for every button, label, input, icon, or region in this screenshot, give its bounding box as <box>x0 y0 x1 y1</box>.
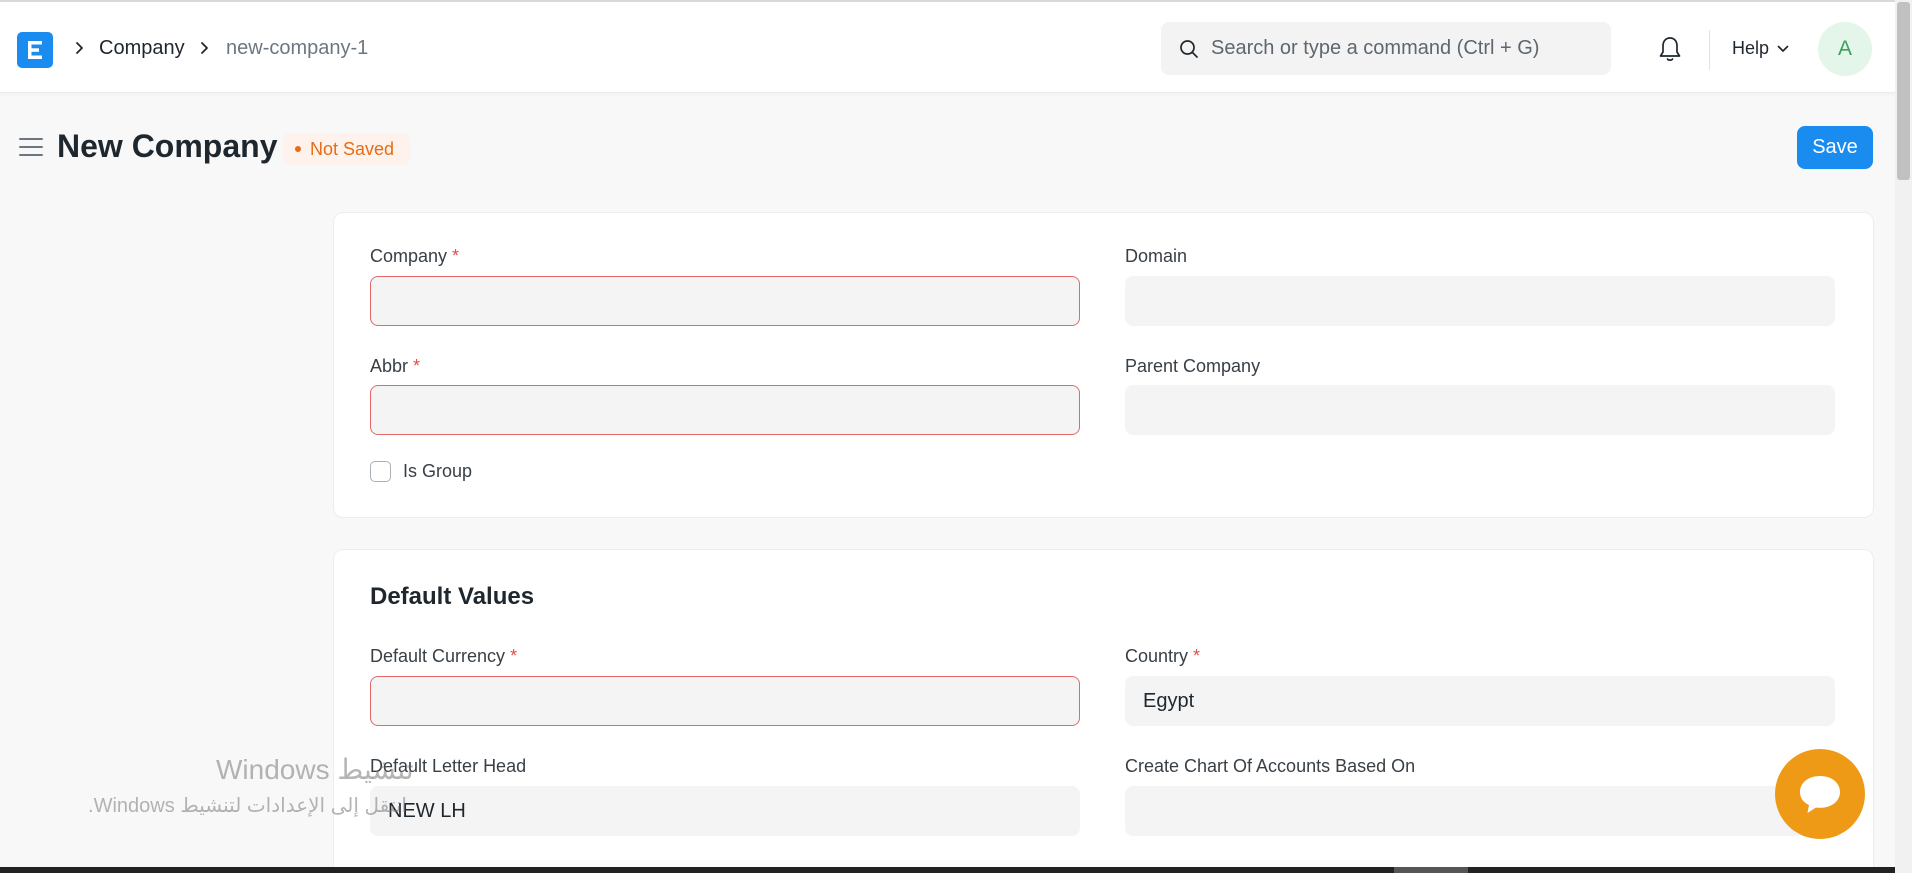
chat-widget-button[interactable] <box>1775 749 1865 839</box>
is-group-row[interactable]: Is Group <box>370 461 472 482</box>
company-field-label: Company * <box>370 246 460 266</box>
windows-activation-title: Windows تنشيط <box>216 754 414 785</box>
search-bar[interactable] <box>1161 22 1611 75</box>
search-input[interactable] <box>1211 22 1601 75</box>
domain-input[interactable] <box>1125 276 1835 326</box>
status-dot <box>295 146 301 152</box>
company-input[interactable] <box>370 276 1080 326</box>
company-details-section: Company * Domain Abbr * Parent Company Is … <box>333 212 1874 518</box>
is-group-label: Is Group <box>403 461 473 481</box>
help-dropdown[interactable]: Help <box>1732 38 1789 59</box>
chevron-right-icon <box>201 42 208 54</box>
top-navbar: Company new-company-1 Help A <box>0 0 1895 93</box>
avatar[interactable]: A <box>1818 22 1872 76</box>
default-letter-head-input[interactable]: NEW LH <box>370 786 1080 836</box>
save-button[interactable]: Save <box>1797 126 1873 169</box>
search-icon <box>1180 40 1198 58</box>
country-input[interactable]: Egypt <box>1125 676 1835 726</box>
status-text: Not Saved <box>310 138 395 159</box>
parent-company-field-label: Parent Company <box>1125 356 1261 376</box>
breadcrumb-current-doc[interactable]: new-company-1 <box>226 36 368 60</box>
section-title: Default Values <box>370 583 535 610</box>
abbr-input[interactable] <box>370 385 1080 435</box>
abbr-field-label: Abbr * <box>370 356 421 376</box>
vertical-scrollbar-thumb[interactable] <box>1897 2 1910 180</box>
parent-company-input[interactable] <box>1125 385 1835 435</box>
windows-activation-subtitle: انتقل إلى الإعدادات لتنشيط Windows. <box>88 795 407 817</box>
breadcrumb-company[interactable]: Company <box>99 36 185 60</box>
horizontal-scrollbar[interactable] <box>0 867 1895 873</box>
default-currency-input[interactable] <box>370 676 1080 726</box>
menu-icon[interactable] <box>18 136 44 158</box>
country-field-label: Country * <box>1125 646 1201 666</box>
chart-of-accounts-input[interactable] <box>1125 786 1835 836</box>
logo-e-glyph <box>28 41 42 59</box>
app-logo[interactable] <box>17 32 53 68</box>
default-values-section: Default Values Default Currency * Country… <box>333 549 1874 873</box>
chevron-down-icon <box>1777 45 1789 52</box>
domain-field-label: Domain <box>1125 246 1188 266</box>
status-badge: Not Saved <box>283 133 411 165</box>
bell-icon[interactable] <box>1657 35 1683 63</box>
horizontal-scrollbar-thumb[interactable] <box>1394 867 1468 873</box>
help-label: Help <box>1732 38 1770 58</box>
chevron-right-icon <box>76 42 83 54</box>
page-title: New Company <box>57 128 278 164</box>
is-group-checkbox[interactable] <box>370 461 391 482</box>
chat-icon <box>1800 776 1840 813</box>
navbar-divider <box>1709 30 1710 70</box>
default-currency-field-label: Default Currency * <box>370 646 518 666</box>
chart-of-accounts-field-label: Create Chart Of Accounts Based On <box>1125 756 1416 776</box>
